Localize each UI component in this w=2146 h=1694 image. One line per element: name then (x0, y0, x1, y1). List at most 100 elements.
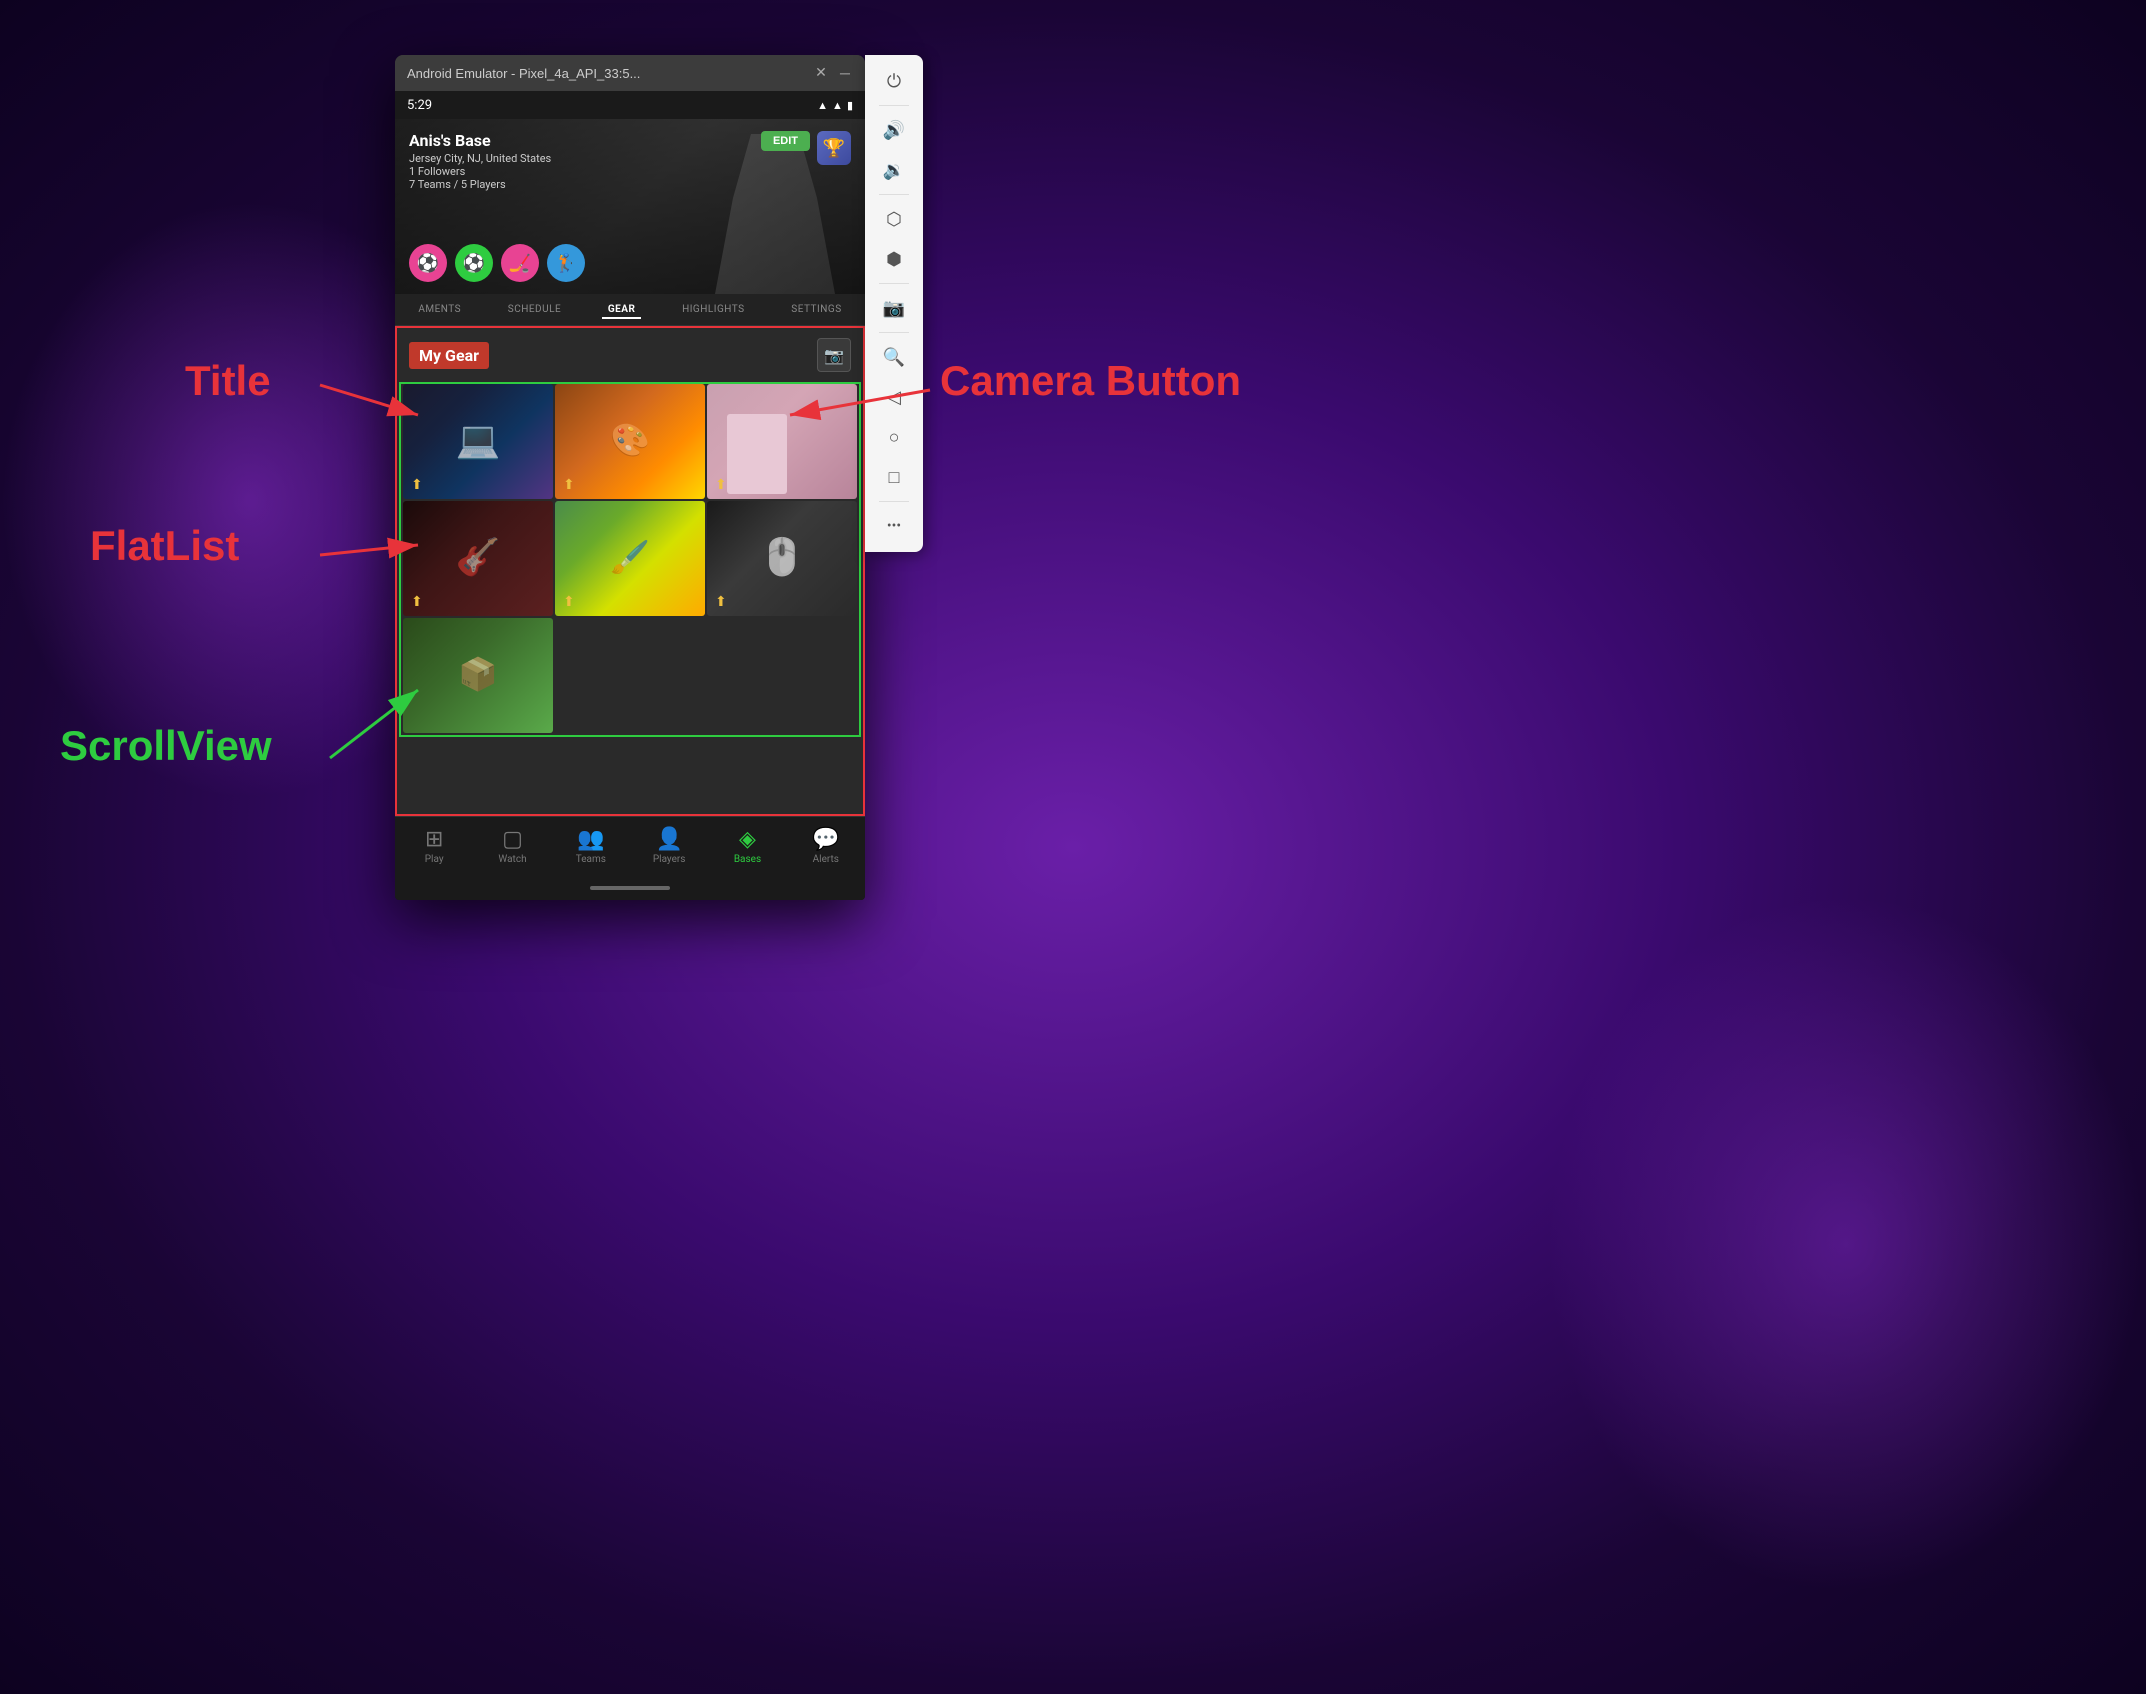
nav-watch-label: Watch (498, 854, 526, 865)
profile-header: Anis's Base Jersey City, NJ, United Stat… (395, 119, 865, 294)
share-button-1[interactable]: ⬆ (411, 477, 423, 493)
nav-alerts[interactable]: 💬 Alerts (787, 827, 865, 865)
gear-image-5 (555, 501, 705, 616)
alerts-icon: 💬 (812, 827, 839, 852)
sport-icon-3[interactable]: 🏒 (501, 244, 539, 282)
nav-play[interactable]: ⊞ Play (395, 827, 473, 865)
status-icons: ▲ ▲ ▮ (817, 99, 853, 112)
side-toolbar: ⏻ 🔊 🔉 ⬡ ⬢ 📷 🔍 ◁ ○ □ ••• (865, 55, 923, 552)
tab-highlights[interactable]: HIGHLIGHTS (676, 302, 751, 319)
phone-frame: 5:29 ▲ ▲ ▮ Anis's Base Jersey City, NJ, … (395, 91, 865, 900)
edit-button[interactable]: EDIT (761, 131, 810, 151)
annotations-layer: Title Camera Button FlatList ScrollView (0, 0, 2146, 1694)
sport-icon-4[interactable]: 🏌️ (547, 244, 585, 282)
share-button-5[interactable]: ⬆ (563, 594, 575, 610)
gear-image-3 (707, 384, 857, 499)
toolbar-separator-3 (879, 283, 909, 284)
toolbar-separator-4 (879, 332, 909, 333)
status-time: 5:29 (407, 98, 432, 113)
gear-content: My Gear 📷 ⬆ ⬆ ⬆ (395, 326, 865, 816)
gear-item-5[interactable]: ⬆ (555, 501, 705, 616)
share-button-3[interactable]: ⬆ (715, 477, 727, 493)
wifi-icon: ▲ (817, 99, 828, 112)
svg-text:ScrollView: ScrollView (60, 722, 272, 769)
players-icon: 👤 (655, 827, 682, 852)
gear-image-4 (403, 501, 553, 616)
profile-sport-icons: ⚽ ⚽ 🏒 🏌️ (409, 244, 585, 282)
gear-item-6[interactable]: ⬆ (707, 501, 857, 616)
nav-bases-label: Bases (734, 854, 761, 865)
profile-location: Jersey City, NJ, United States (409, 152, 551, 165)
teams-icon: 👥 (577, 827, 604, 852)
close-button[interactable]: ✕ (813, 65, 829, 81)
nav-players-label: Players (653, 854, 686, 865)
nav-teams-label: Teams (576, 854, 606, 865)
power-button[interactable]: ⏻ (876, 63, 912, 99)
gear-image-1 (403, 384, 553, 499)
window-title: Android Emulator - Pixel_4a_API_33:5... (407, 66, 640, 81)
tab-bar: AMENTS SCHEDULE GEAR HIGHLIGHTS SETTINGS (395, 294, 865, 326)
gear-title: My Gear (409, 342, 489, 369)
nav-watch[interactable]: ▢ Watch (473, 827, 551, 865)
svg-text:Title: Title (185, 357, 271, 404)
signal-icon: ▲ (832, 99, 843, 112)
home-bar (590, 886, 670, 890)
home-button[interactable]: ○ (876, 419, 912, 455)
nav-players[interactable]: 👤 Players (630, 827, 708, 865)
gear-item-empty-2 (707, 618, 857, 733)
toolbar-separator-5 (879, 501, 909, 502)
nav-alerts-label: Alerts (813, 854, 839, 865)
gear-item-7[interactable] (403, 618, 553, 733)
recents-button[interactable]: □ (876, 459, 912, 495)
bottom-nav: ⊞ Play ▢ Watch 👥 Teams 👤 Players ◈ Bases… (395, 816, 865, 871)
gear-item-2[interactable]: ⬆ (555, 384, 705, 499)
title-bar: Android Emulator - Pixel_4a_API_33:5... … (395, 55, 865, 91)
gear-image-6 (707, 501, 857, 616)
profile-badge: 🏆 (817, 131, 851, 165)
sport-icon-1[interactable]: ⚽ (409, 244, 447, 282)
tab-aments[interactable]: AMENTS (412, 302, 467, 319)
gear-image-7 (403, 618, 553, 733)
back-button[interactable]: ◁ (876, 379, 912, 415)
profile-teams: 7 Teams / 5 Players (409, 178, 551, 191)
home-indicator (395, 871, 865, 900)
camera-button[interactable]: 📷 (817, 338, 851, 372)
gear-item-3[interactable]: ⬆ (707, 384, 857, 499)
svg-text:FlatList: FlatList (90, 522, 239, 569)
battery-icon: ▮ (847, 99, 853, 112)
tab-schedule[interactable]: SCHEDULE (502, 302, 567, 319)
volume-up-button[interactable]: 🔊 (876, 112, 912, 148)
nav-bases[interactable]: ◈ Bases (708, 827, 786, 865)
play-icon: ⊞ (425, 827, 443, 852)
share-button-4[interactable]: ⬆ (411, 594, 423, 610)
svg-text:Camera Button: Camera Button (940, 357, 1241, 404)
sport-icon-2[interactable]: ⚽ (455, 244, 493, 282)
tab-settings[interactable]: SETTINGS (785, 302, 847, 319)
toolbar-separator-2 (879, 194, 909, 195)
gear-item-1[interactable]: ⬆ (403, 384, 553, 499)
volume-down-button[interactable]: 🔉 (876, 152, 912, 188)
zoom-button[interactable]: 🔍 (876, 339, 912, 375)
rotate-button[interactable]: ⬡ (876, 201, 912, 237)
rotate-alt-button[interactable]: ⬢ (876, 241, 912, 277)
profile-followers: 1 Followers (409, 165, 551, 178)
window-controls: ✕ ─ (813, 65, 853, 82)
minimize-button[interactable]: ─ (837, 65, 853, 82)
gear-header: My Gear 📷 (397, 328, 863, 382)
profile-info: Anis's Base Jersey City, NJ, United Stat… (409, 131, 551, 191)
nav-teams[interactable]: 👥 Teams (552, 827, 630, 865)
gear-item-4[interactable]: ⬆ (403, 501, 553, 616)
screenshot-button[interactable]: 📷 (876, 290, 912, 326)
more-button[interactable]: ••• (876, 508, 912, 544)
gear-image-2 (555, 384, 705, 499)
share-button-6[interactable]: ⬆ (715, 594, 727, 610)
tab-gear[interactable]: GEAR (602, 302, 642, 319)
bases-icon: ◈ (739, 827, 756, 852)
share-button-2[interactable]: ⬆ (563, 477, 575, 493)
nav-play-label: Play (425, 854, 444, 865)
gear-image-grid: ⬆ ⬆ ⬆ ⬆ ⬆ (399, 382, 861, 737)
toolbar-separator-1 (879, 105, 909, 106)
emulator-window: Android Emulator - Pixel_4a_API_33:5... … (395, 55, 865, 900)
watch-icon: ▢ (502, 827, 523, 852)
status-bar: 5:29 ▲ ▲ ▮ (395, 91, 865, 119)
